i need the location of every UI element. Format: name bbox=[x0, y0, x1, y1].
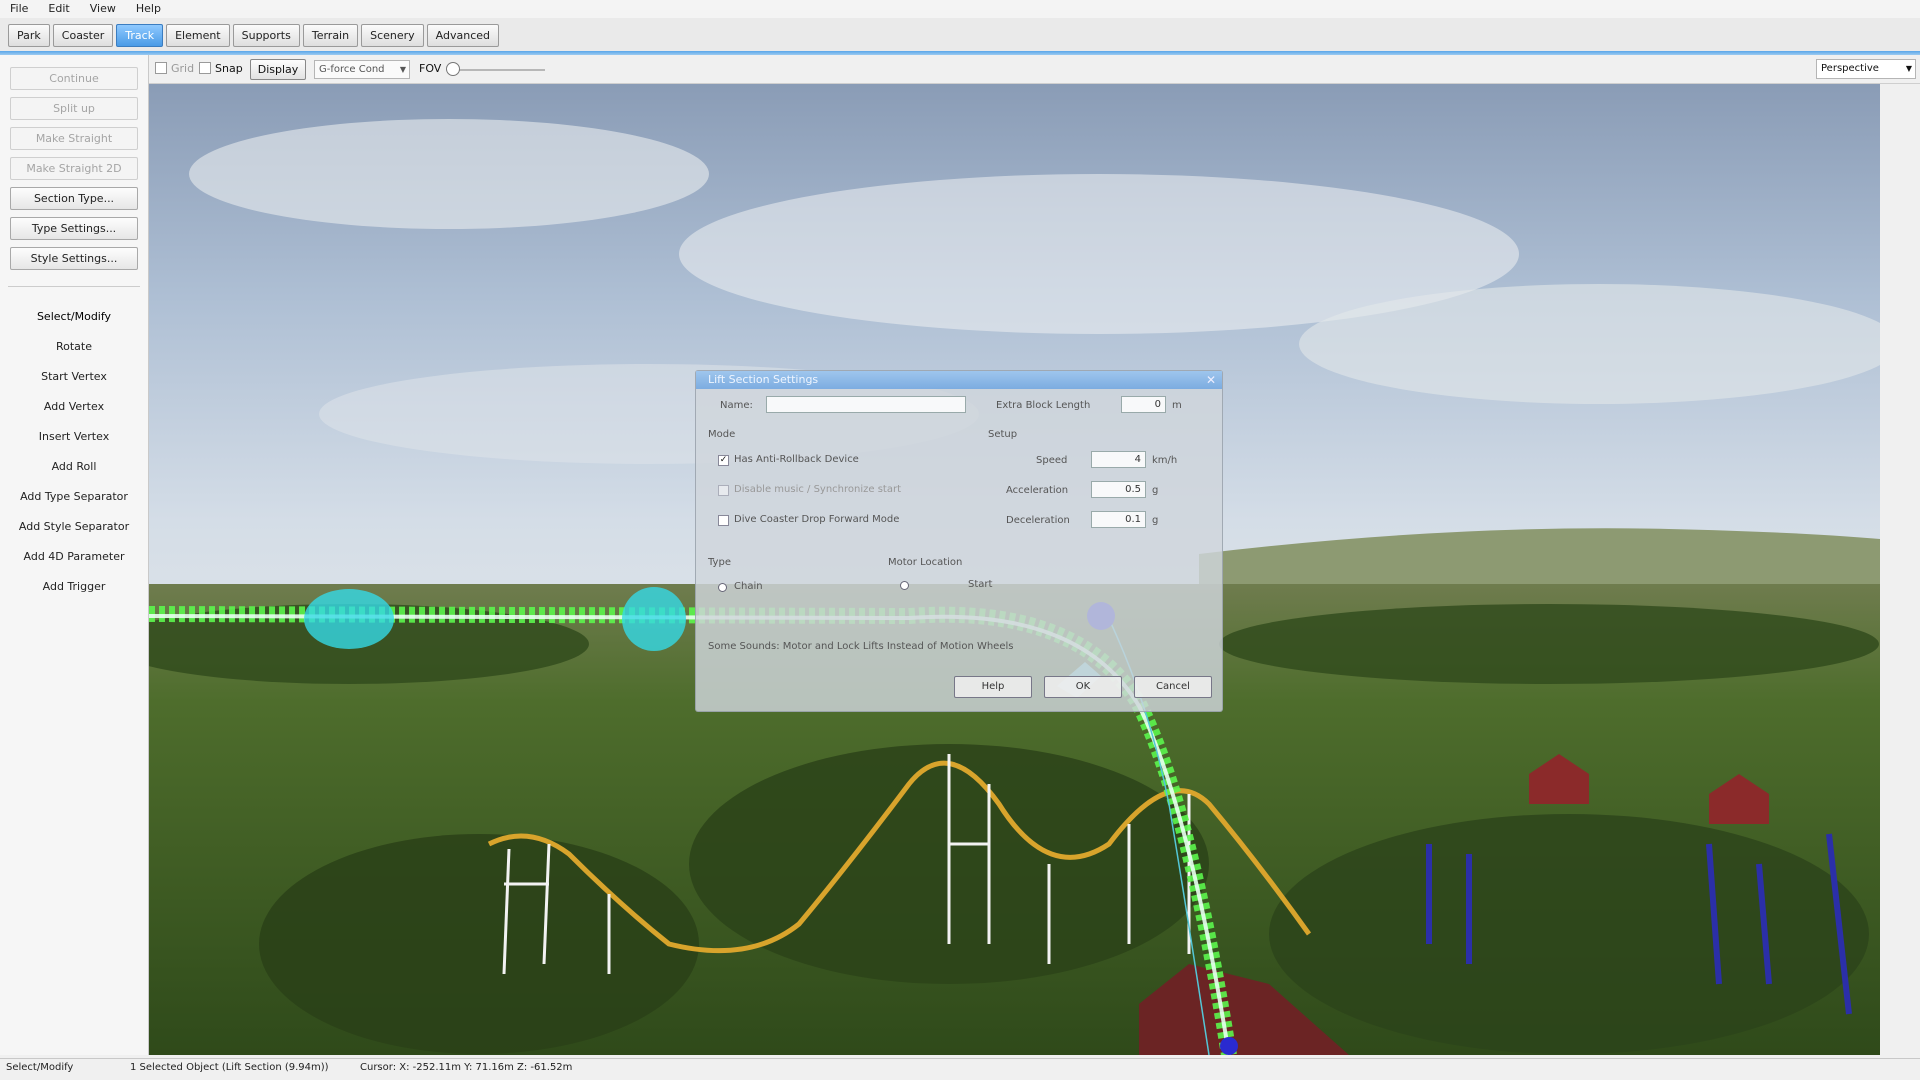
close-icon[interactable]: ✕ bbox=[1206, 371, 1216, 389]
help-button[interactable]: Help bbox=[954, 676, 1032, 698]
panel-divider bbox=[8, 286, 140, 287]
type-group-label: Type bbox=[708, 557, 731, 568]
extra-block-length-label: Extra Block Length bbox=[996, 400, 1091, 411]
status-cursor: Cursor: X: -252.11m Y: 71.16m Z: -61.52m bbox=[360, 1062, 573, 1073]
tab-terrain[interactable]: Terrain bbox=[302, 24, 359, 47]
launch-label: Disable music / Synchronize start bbox=[734, 484, 902, 495]
tool-start-vertex[interactable]: Start Vertex bbox=[0, 367, 148, 387]
menu-help[interactable]: Help bbox=[126, 0, 171, 18]
name-label: Name: bbox=[720, 400, 753, 411]
tool-insert-vertex[interactable]: Insert Vertex bbox=[0, 427, 148, 447]
menu-bar: File Edit View Help bbox=[0, 0, 1920, 18]
tool-add-style-separator[interactable]: Add Style Separator bbox=[0, 517, 148, 537]
acceleration-unit: g bbox=[1152, 485, 1159, 496]
display-button[interactable]: Display bbox=[250, 59, 306, 80]
cloud bbox=[1299, 284, 1880, 404]
name-input[interactable] bbox=[766, 396, 966, 413]
setup-group-label: Setup bbox=[988, 429, 1018, 440]
section-type-button[interactable]: Section Type... bbox=[10, 187, 138, 210]
tab-coaster[interactable]: Coaster bbox=[52, 24, 114, 47]
fov-label: FOV bbox=[419, 62, 442, 75]
grid-checkbox[interactable] bbox=[155, 62, 167, 74]
tree-cluster bbox=[1269, 814, 1869, 1054]
dialog-title: Lift Section Settings bbox=[696, 371, 1222, 389]
acceleration-label: Acceleration bbox=[1006, 485, 1069, 496]
menu-file[interactable]: File bbox=[0, 0, 38, 18]
snap-label: Snap bbox=[215, 62, 243, 75]
speed-input[interactable]: 4 bbox=[1091, 451, 1146, 468]
extra-block-length-unit: m bbox=[1172, 400, 1182, 411]
control-point[interactable] bbox=[1220, 1037, 1238, 1055]
lift-section-settings-dialog: Lift Section Settings ✕ Name: Extra Bloc… bbox=[695, 370, 1223, 712]
deceleration-label: Deceleration bbox=[1006, 515, 1070, 526]
extra-block-length-input[interactable]: 0 bbox=[1121, 396, 1166, 413]
menu-edit[interactable]: Edit bbox=[38, 0, 79, 18]
make-straight-2d-button[interactable]: Make Straight 2D bbox=[10, 157, 138, 180]
tree-cluster bbox=[259, 834, 699, 1054]
style-settings-button[interactable]: Style Settings... bbox=[10, 247, 138, 270]
snap-checkbox[interactable] bbox=[199, 62, 211, 74]
tool-select-modify[interactable]: Select/Modify bbox=[0, 307, 148, 327]
split-up-button[interactable]: Split up bbox=[10, 97, 138, 120]
motor-start-radio[interactable] bbox=[900, 581, 909, 590]
vertex-marker[interactable] bbox=[622, 587, 686, 651]
gforce-dropdown[interactable]: G-force Cond ▼ bbox=[314, 60, 410, 79]
continue-button[interactable]: Continue bbox=[10, 67, 138, 90]
motor-start-label: Start bbox=[968, 579, 993, 590]
status-bar: Select/Modify 1 Selected Object (Lift Se… bbox=[0, 1058, 1920, 1080]
gforce-value: G-force Cond bbox=[319, 64, 385, 75]
motor-location-label: Motor Location bbox=[888, 557, 963, 568]
deceleration-unit: g bbox=[1152, 515, 1159, 526]
type-chain-label: Chain bbox=[734, 581, 763, 592]
make-straight-button[interactable]: Make Straight bbox=[10, 127, 138, 150]
tool-add-4d-parameter[interactable]: Add 4D Parameter bbox=[0, 547, 148, 567]
anti-rollback-checkbox[interactable]: ✓ bbox=[718, 455, 729, 466]
deceleration-input[interactable]: 0.1 bbox=[1091, 511, 1146, 528]
launch-checkbox[interactable] bbox=[718, 485, 729, 496]
type-settings-button[interactable]: Type Settings... bbox=[10, 217, 138, 240]
tab-element[interactable]: Element bbox=[166, 24, 230, 47]
chevron-down-icon: ▼ bbox=[399, 65, 406, 74]
projection-value: Perspective bbox=[1821, 63, 1879, 74]
tab-park[interactable]: Park bbox=[8, 24, 50, 47]
cancel-button[interactable]: Cancel bbox=[1134, 676, 1212, 698]
menu-view[interactable]: View bbox=[80, 0, 126, 18]
tab-supports[interactable]: Supports bbox=[232, 24, 300, 47]
anti-rollback-label: Has Anti-Rollback Device bbox=[734, 454, 859, 465]
tool-add-trigger[interactable]: Add Trigger bbox=[0, 577, 148, 597]
projection-dropdown[interactable]: Perspective ▼ bbox=[1816, 59, 1916, 79]
chevron-down-icon: ▼ bbox=[1905, 64, 1912, 73]
fov-slider-track[interactable] bbox=[449, 69, 545, 71]
status-selection: 1 Selected Object (Lift Section (9.94m)) bbox=[130, 1062, 329, 1073]
fov-slider-handle[interactable] bbox=[446, 62, 460, 76]
viewport-toolbar: Grid Snap Display G-force Cond ▼ FOV Per… bbox=[149, 55, 1920, 84]
tool-add-type-separator[interactable]: Add Type Separator bbox=[0, 487, 148, 507]
status-mode: Select/Modify bbox=[6, 1062, 74, 1073]
main-tab-bar: Park Coaster Track Element Supports Terr… bbox=[0, 18, 1920, 51]
acceleration-input[interactable]: 0.5 bbox=[1091, 481, 1146, 498]
grid-label: Grid bbox=[171, 62, 195, 75]
dialog-note: Some Sounds: Motor and Lock Lifts Instea… bbox=[708, 641, 1014, 652]
type-chain-radio[interactable] bbox=[718, 583, 727, 592]
left-tool-panel: Continue Split up Make Straight Make Str… bbox=[0, 55, 149, 1055]
tool-add-vertex[interactable]: Add Vertex bbox=[0, 397, 148, 417]
dive-mode-label: Dive Coaster Drop Forward Mode bbox=[734, 514, 900, 525]
tool-add-roll[interactable]: Add Roll bbox=[0, 457, 148, 477]
tab-scenery[interactable]: Scenery bbox=[361, 24, 424, 47]
cloud bbox=[189, 119, 709, 229]
dive-mode-checkbox[interactable] bbox=[718, 515, 729, 526]
mode-group-label: Mode bbox=[708, 429, 736, 440]
speed-unit: km/h bbox=[1152, 455, 1178, 466]
tool-rotate[interactable]: Rotate bbox=[0, 337, 148, 357]
tab-track[interactable]: Track bbox=[116, 24, 164, 47]
vertex-marker[interactable] bbox=[304, 589, 394, 649]
tree-cluster bbox=[1219, 604, 1879, 684]
ok-button[interactable]: OK bbox=[1044, 676, 1122, 698]
tab-advanced[interactable]: Advanced bbox=[426, 24, 500, 47]
speed-label: Speed bbox=[1036, 455, 1068, 466]
